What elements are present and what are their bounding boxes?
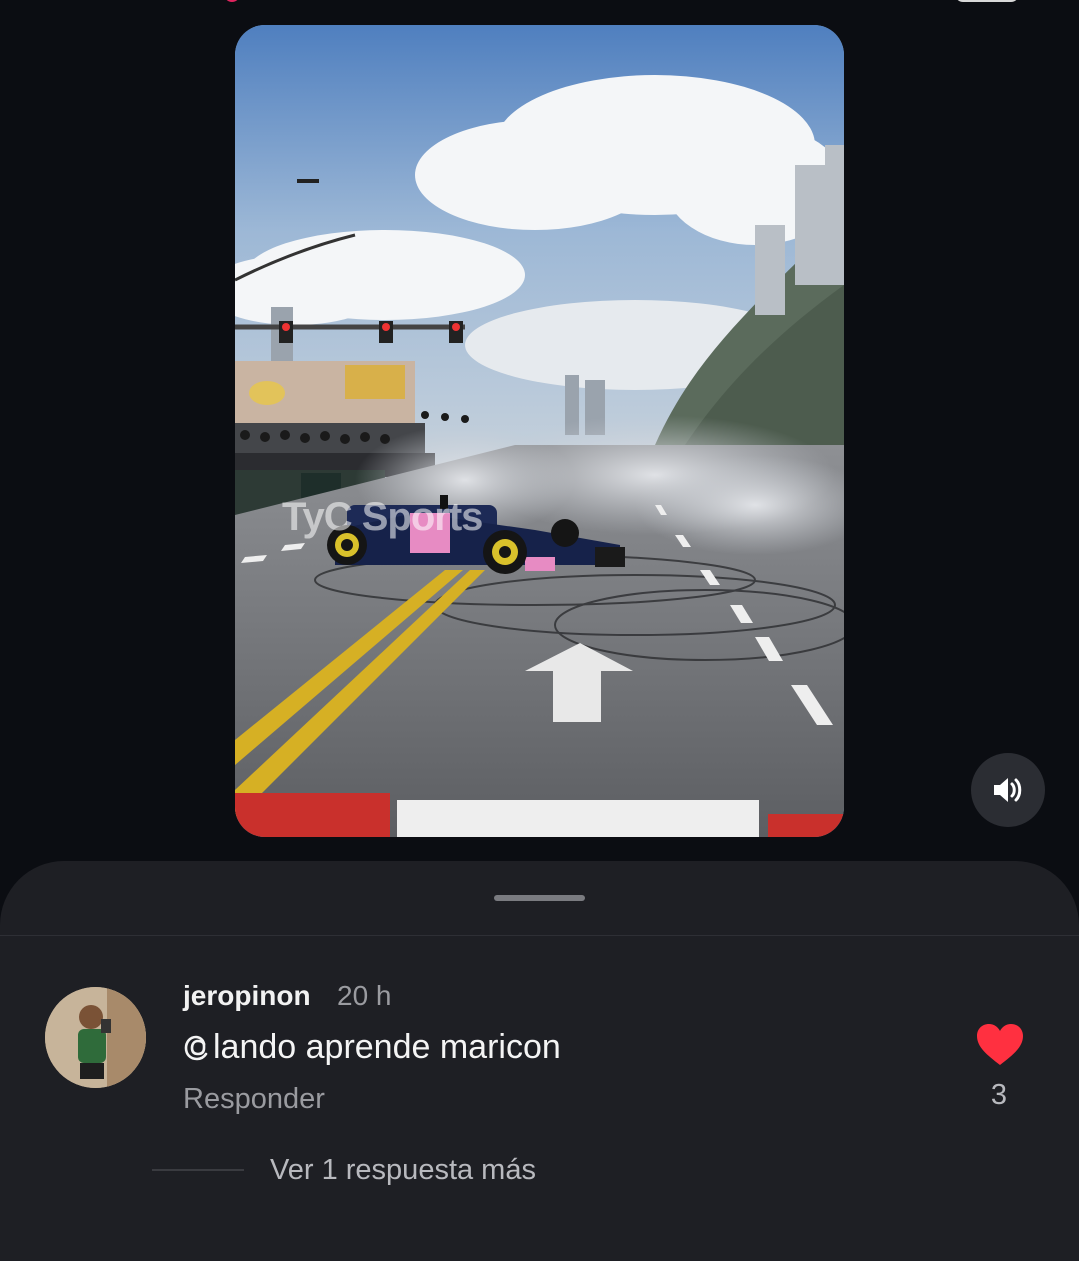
comment-timestamp: 20 h xyxy=(337,980,392,1011)
comment-username[interactable]: jeropinon xyxy=(183,980,311,1012)
video-player[interactable]: TyC Sports xyxy=(235,25,844,837)
thread-connector xyxy=(152,1169,244,1171)
notification-dot xyxy=(224,0,240,2)
heart-filled-icon[interactable] xyxy=(975,1023,1025,1067)
like-count: 3 xyxy=(990,1079,1008,1111)
comments-sheet: jeropinon 20 h lando aprende maricon Res… xyxy=(0,861,1079,1261)
avatar[interactable] xyxy=(45,987,146,1088)
video-frame-scene xyxy=(235,25,844,837)
avatar-photo xyxy=(45,987,146,1088)
sound-toggle-button[interactable] xyxy=(971,753,1045,827)
speaker-volume-icon xyxy=(994,778,1022,802)
reply-button[interactable]: Responder xyxy=(183,1083,325,1116)
divider xyxy=(0,935,1079,936)
sheet-drag-handle[interactable] xyxy=(494,895,585,901)
status-pill xyxy=(955,0,1019,2)
view-more-replies-button[interactable]: Ver 1 respuesta más xyxy=(270,1154,536,1187)
comment-body: lando aprende maricon xyxy=(183,1028,561,1067)
comment-text: lando aprende maricon xyxy=(213,1028,561,1066)
threads-at-icon[interactable] xyxy=(183,1033,211,1063)
